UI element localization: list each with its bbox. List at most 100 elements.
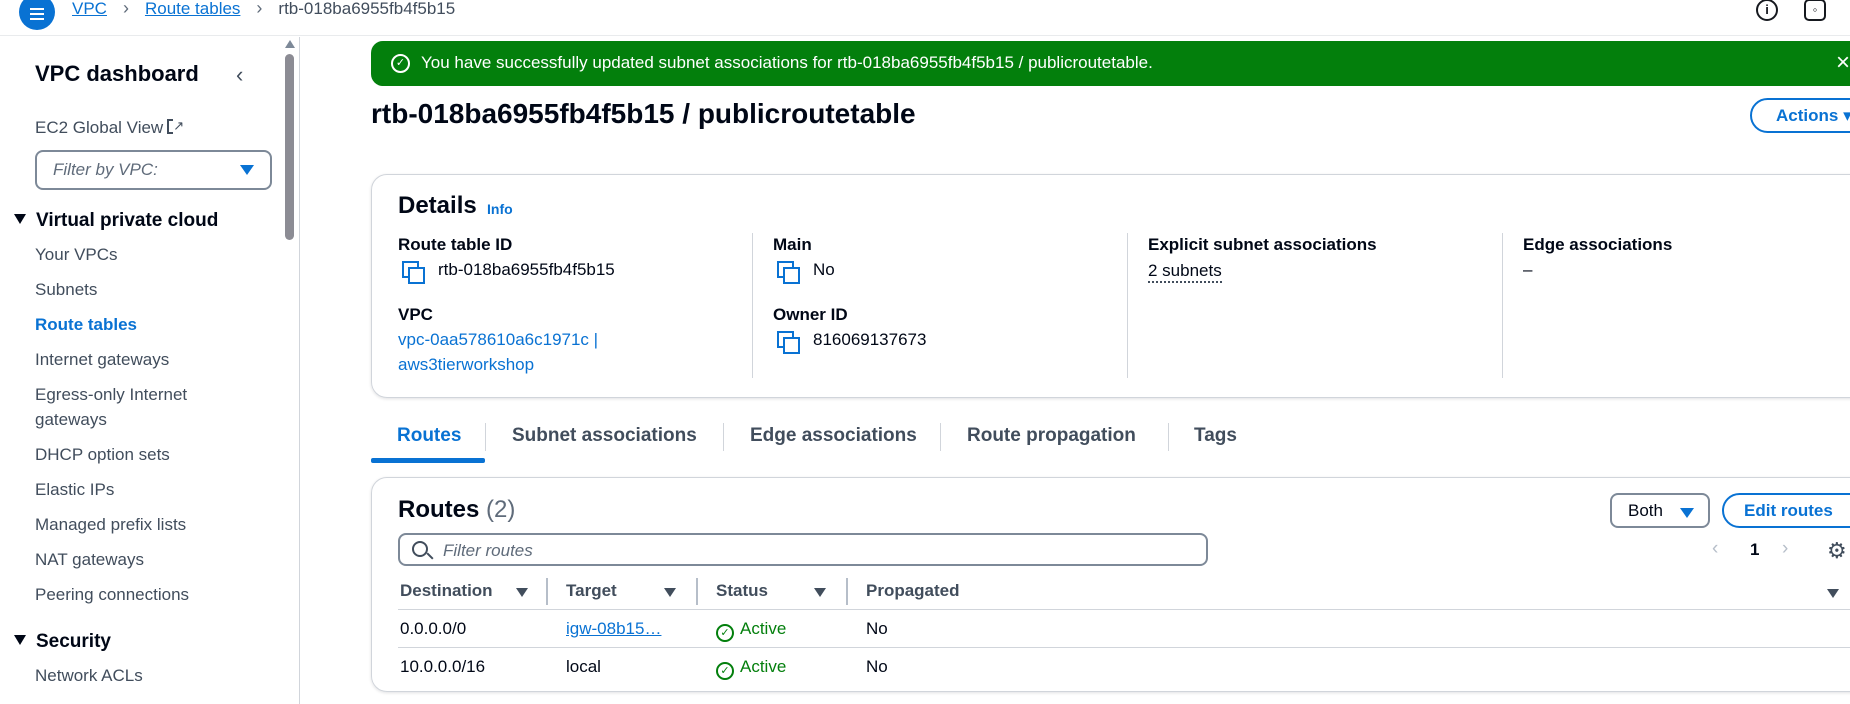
gear-icon[interactable]: ⚙ bbox=[1827, 538, 1847, 564]
sidebar-scrollbar[interactable] bbox=[285, 54, 294, 240]
sidebar-item-peering-connections[interactable]: Peering connections bbox=[35, 582, 189, 607]
filter-routes-placeholder: Filter routes bbox=[443, 541, 533, 560]
sidebar-item-label: EC2 Global View bbox=[35, 118, 164, 137]
vpc-link[interactable]: vpc-0aa578610a6c1971c | aws3tierworkshop bbox=[398, 327, 598, 377]
actions-button[interactable]: Actions ▾ bbox=[1750, 98, 1850, 133]
route-destination: 0.0.0.0/0 bbox=[400, 619, 467, 638]
breadcrumb: VPC › Route tables › rtb-018ba6955fb4f5b… bbox=[72, 0, 455, 19]
details-heading: Details bbox=[398, 192, 477, 219]
copy-icon[interactable] bbox=[402, 261, 425, 284]
flash-message: You have successfully updated subnet ass… bbox=[421, 53, 1153, 72]
column-resizer[interactable] bbox=[846, 578, 848, 605]
sidebar-item-your-vpcs[interactable]: Your VPCs bbox=[35, 242, 118, 267]
check-circle-icon: ✓ bbox=[391, 54, 410, 73]
route-destination: 10.0.0.0/16 bbox=[400, 657, 486, 676]
edge-associations-value: – bbox=[1523, 260, 1533, 279]
explicit-subnet-associations-label: Explicit subnet associations bbox=[1148, 235, 1377, 254]
column-resizer[interactable] bbox=[546, 578, 548, 605]
breadcrumb-vpc[interactable]: VPC bbox=[72, 0, 107, 19]
sidebar-item-network-acls[interactable]: Network ACLs bbox=[35, 663, 143, 688]
page-number[interactable]: 1 bbox=[1750, 540, 1759, 560]
tab-subnet-associations[interactable]: Subnet associations bbox=[512, 425, 697, 447]
caret-down-icon: ▾ bbox=[1843, 106, 1850, 125]
column-header-destination[interactable]: Destination bbox=[400, 581, 528, 601]
main-label: Main bbox=[773, 235, 812, 254]
route-propagated: No bbox=[866, 619, 888, 638]
previous-page-icon[interactable]: ‹ bbox=[1712, 538, 1718, 560]
tab-edge-associations[interactable]: Edge associations bbox=[750, 425, 917, 447]
tab-tags[interactable]: Tags bbox=[1194, 425, 1237, 447]
sidebar-item-nat-gateways[interactable]: NAT gateways bbox=[35, 547, 144, 572]
tab-divider bbox=[485, 423, 486, 451]
sidebar-item-egress-only-internet-gateways[interactable]: Egress-only Internet gateways bbox=[35, 382, 235, 432]
table-header-divider bbox=[398, 609, 1850, 610]
tab-list: Routes Subnet associations Edge associat… bbox=[371, 415, 1850, 463]
sort-icon bbox=[516, 588, 528, 597]
column-header-target[interactable]: Target bbox=[566, 581, 676, 601]
status-badge: ✓ Active bbox=[716, 619, 786, 642]
copy-icon[interactable] bbox=[777, 331, 800, 354]
caret-down-icon bbox=[1680, 508, 1694, 518]
external-link-icon bbox=[167, 113, 185, 138]
close-icon[interactable]: × bbox=[1836, 49, 1850, 77]
sort-icon bbox=[664, 588, 676, 597]
info-link[interactable]: Info bbox=[487, 201, 513, 217]
collapse-sidebar-icon[interactable]: ‹ bbox=[236, 62, 243, 88]
sidebar: VPC dashboard ‹ EC2 Global View Filter b… bbox=[0, 37, 300, 704]
copy-icon[interactable] bbox=[777, 261, 800, 284]
vpc-label: VPC bbox=[398, 305, 433, 324]
section-security[interactable]: Security bbox=[14, 631, 111, 653]
breadcrumb-route-tables[interactable]: Route tables bbox=[145, 0, 240, 19]
info-icon[interactable]: i bbox=[1756, 0, 1778, 21]
success-flashbar: ✓ You have successfully updated subnet a… bbox=[371, 41, 1850, 86]
sidebar-item-route-tables[interactable]: Route tables bbox=[35, 312, 137, 337]
tab-divider bbox=[940, 423, 941, 451]
page-title: rtb-018ba6955fb4f5b15 / publicroutetable bbox=[371, 98, 916, 129]
sidebar-item-elastic-ips[interactable]: Elastic IPs bbox=[35, 477, 114, 502]
search-icon bbox=[412, 541, 428, 557]
explicit-subnet-associations-value[interactable]: 2 subnets bbox=[1148, 261, 1222, 283]
sidebar-item-internet-gateways[interactable]: Internet gateways bbox=[35, 347, 169, 372]
tab-route-propagation[interactable]: Route propagation bbox=[967, 425, 1136, 447]
scroll-up-icon[interactable] bbox=[285, 40, 295, 48]
tab-routes[interactable]: Routes bbox=[397, 425, 461, 447]
menu-icon[interactable] bbox=[19, 0, 55, 30]
sort-icon[interactable] bbox=[1827, 589, 1839, 598]
column-resizer[interactable] bbox=[696, 578, 698, 605]
check-circle-icon: ✓ bbox=[716, 662, 734, 680]
owner-id-label: Owner ID bbox=[773, 305, 848, 324]
column-divider bbox=[752, 233, 753, 378]
route-target-link[interactable]: igw-08b15… bbox=[566, 619, 661, 639]
top-navigation: VPC › Route tables › rtb-018ba6955fb4f5b… bbox=[0, 0, 1850, 36]
breadcrumb-current: rtb-018ba6955fb4f5b15 bbox=[278, 0, 456, 18]
edge-associations-label: Edge associations bbox=[1523, 235, 1673, 254]
settings-hex-icon[interactable]: ◦ bbox=[1804, 0, 1826, 21]
main-value: No bbox=[813, 260, 835, 279]
column-header-propagated[interactable]: Propagated bbox=[866, 581, 960, 601]
column-divider bbox=[1127, 233, 1128, 378]
route-target: local bbox=[566, 657, 601, 676]
filter-by-vpc-select[interactable]: Filter by VPC: bbox=[35, 150, 272, 190]
check-circle-icon: ✓ bbox=[716, 624, 734, 642]
route-table-id-value: rtb-018ba6955fb4f5b15 bbox=[438, 260, 615, 279]
caret-down-icon bbox=[14, 635, 26, 645]
sidebar-item-ec2-global-view[interactable]: EC2 Global View bbox=[35, 113, 185, 140]
sidebar-item-dhcp-option-sets[interactable]: DHCP option sets bbox=[35, 442, 170, 467]
next-page-icon[interactable]: › bbox=[1782, 538, 1788, 560]
details-panel: Details Info Route table ID rtb-018ba695… bbox=[371, 174, 1850, 398]
chevron-right-icon: › bbox=[122, 0, 129, 18]
sidebar-item-managed-prefix-lists[interactable]: Managed prefix lists bbox=[35, 512, 186, 537]
column-header-status[interactable]: Status bbox=[716, 581, 826, 601]
sidebar-title: VPC dashboard bbox=[35, 61, 199, 86]
section-virtual-private-cloud[interactable]: Virtual private cloud bbox=[14, 210, 218, 232]
status-badge: ✓ Active bbox=[716, 657, 786, 680]
route-filter-select[interactable]: Both bbox=[1610, 493, 1710, 528]
edit-routes-button[interactable]: Edit routes bbox=[1722, 493, 1850, 528]
filter-routes-input[interactable]: Filter routes bbox=[398, 533, 1208, 566]
routes-heading: Routes (2) bbox=[398, 496, 516, 523]
route-propagated: No bbox=[866, 657, 888, 676]
sidebar-item-subnets[interactable]: Subnets bbox=[35, 277, 97, 302]
routes-count: (2) bbox=[486, 496, 516, 523]
caret-down-icon bbox=[14, 214, 26, 224]
chevron-right-icon: › bbox=[256, 0, 263, 18]
